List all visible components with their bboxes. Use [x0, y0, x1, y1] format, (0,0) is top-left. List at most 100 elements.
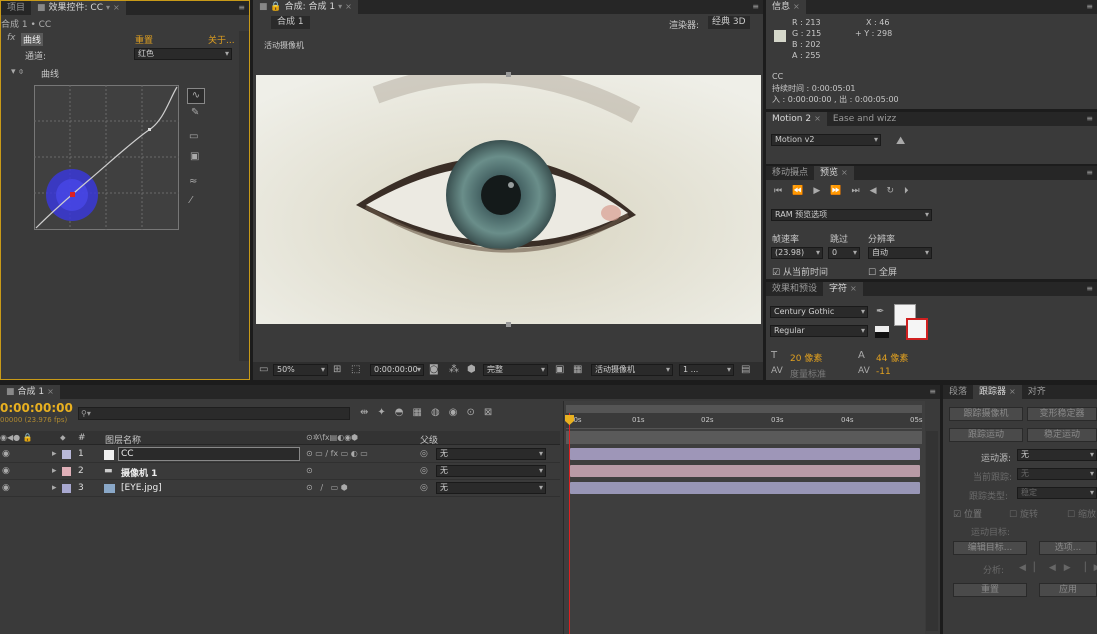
reset-link[interactable]: 重置 — [135, 33, 153, 46]
label-color-swatch[interactable] — [62, 467, 71, 476]
channel-icon[interactable]: ⁂ — [449, 364, 459, 375]
curves-graph[interactable] — [34, 85, 180, 231]
tab-character[interactable]: 字符 × — [823, 282, 863, 296]
fullscreen-checkbox[interactable]: ☐ 全屏 — [868, 265, 897, 278]
panel-menu-icon[interactable]: ≡ — [1086, 168, 1093, 177]
mountain-icon[interactable]: ⛰ — [896, 134, 905, 148]
layer-name[interactable]: 摄像机 1 — [121, 466, 157, 479]
motion-preset-dropdown[interactable]: Motion v2 — [771, 134, 881, 146]
tab-info[interactable]: 信息 × — [766, 0, 806, 14]
tab-paragraph[interactable]: 段落 — [943, 385, 973, 399]
open-folder-icon[interactable]: ▭ — [189, 131, 198, 142]
grid-icon[interactable]: ⊞ — [333, 364, 341, 375]
tracker-reset-button[interactable]: 重置 — [953, 583, 1027, 597]
effect-name[interactable]: 曲线 — [21, 33, 44, 46]
analyze-forward-icon[interactable]: ▶ — [1064, 563, 1079, 573]
play-icon[interactable]: ▶ — [813, 186, 830, 196]
tab-project[interactable]: 项目 — [1, 1, 31, 15]
panel-menu-icon[interactable]: ≡ — [238, 3, 245, 12]
timeline-search-input[interactable]: ⚲▾ — [78, 407, 350, 420]
save-icon[interactable]: ▣ — [190, 151, 199, 162]
composition-canvas[interactable] — [256, 75, 761, 324]
transparency-icon[interactable]: ▦ — [573, 364, 582, 375]
tab-align[interactable]: 对齐 — [1022, 385, 1052, 399]
layer-row[interactable]: ◉ ▸ 1 CC ⊙ ▭ ∕ fx ▭ ◐ ▭ ◎ 无 — [0, 447, 560, 463]
pencil-icon[interactable]: ✎ — [191, 107, 199, 118]
tab-motion2[interactable]: Motion 2 × — [766, 112, 827, 126]
eyedropper-icon[interactable]: ✒ — [876, 306, 884, 317]
draft-3d-icon[interactable]: ✦ — [377, 407, 394, 418]
panel-menu-icon[interactable]: ≡ — [1086, 284, 1093, 293]
edit-target-button[interactable]: 编辑目标... — [953, 541, 1027, 555]
tracker-apply-button[interactable]: 应用 — [1039, 583, 1097, 597]
analyze-backward-icon[interactable]: ◀ — [1049, 563, 1064, 573]
scale-checkbox[interactable]: ☐ 缩放 — [1067, 507, 1096, 520]
tab-tracker[interactable]: 跟踪器 × — [973, 385, 1022, 399]
camera-icon[interactable]: ◙ — [429, 364, 439, 375]
curves-toggle-icon[interactable]: ▾ ⌽ — [11, 67, 24, 77]
expand-arrow-icon[interactable]: ▸ — [52, 449, 57, 459]
stabilize-motion-button[interactable]: 稳定运动 — [1027, 428, 1097, 442]
layer-row[interactable]: ◉ ▸ 2 ▬ 摄像机 1 ⊙ ◎ 无 — [0, 464, 560, 480]
layer-name-field[interactable]: CC — [118, 447, 300, 461]
analyze-forward-frame-icon[interactable]: ▕▶ — [1079, 563, 1097, 573]
layer-bar[interactable] — [570, 465, 920, 477]
view-dropdown[interactable]: 活动摄像机 — [591, 364, 673, 376]
channel-dropdown[interactable]: 红色 — [134, 48, 232, 60]
mask-icon[interactable]: ⬚ — [351, 364, 360, 375]
layer-row[interactable]: ◉ ▸ 3 [EYE.jpg] ⊙ ∕ ▭ ⬢ ◎ 无 — [0, 481, 560, 497]
comp-subtab[interactable]: 合成 1 — [271, 16, 310, 29]
motion-blur-icon[interactable]: ◍ — [431, 407, 449, 418]
layer-bar[interactable] — [570, 448, 920, 460]
fx-label[interactable]: fx — [7, 33, 16, 43]
prev-frame-icon[interactable]: ⏪ — [792, 186, 813, 196]
shy-icon[interactable]: ◓ — [395, 407, 413, 418]
loop-icon[interactable]: ↻ — [887, 186, 905, 196]
panel-menu-icon[interactable]: ≡ — [752, 2, 759, 11]
about-link[interactable]: 关于... — [208, 33, 235, 46]
chart-icon[interactable]: ⊠ — [484, 407, 501, 418]
parent-pickwhip-icon[interactable]: ◎ — [420, 466, 428, 476]
tab-effect-controls[interactable]: ■ 效果控件: CC ▾ × — [31, 1, 126, 15]
from-current-checkbox[interactable]: ☑ 从当前时间 — [772, 265, 828, 278]
smooth-icon[interactable]: ≈ — [189, 176, 197, 187]
views-count-dropdown[interactable]: 1 ... — [679, 364, 734, 376]
timeline-timecode[interactable]: 0:00:00:00 — [0, 401, 73, 415]
track-type-dropdown[interactable]: 稳定 — [1017, 487, 1097, 499]
panel-menu-icon[interactable]: ≡ — [1086, 114, 1093, 123]
canvas-handle-bottom[interactable] — [506, 322, 511, 327]
tab-timeline-comp[interactable]: ■ 合成 1 × — [0, 385, 60, 399]
comp-flowchart-icon[interactable]: ⇹ — [360, 407, 377, 418]
scrollbar[interactable] — [239, 31, 249, 361]
visibility-icon[interactable]: ◉ — [2, 449, 10, 459]
current-track-dropdown[interactable]: 无 — [1017, 468, 1097, 480]
layer-switches[interactable]: ⊙ — [306, 466, 313, 475]
parent-pickwhip-icon[interactable]: ◎ — [420, 483, 428, 493]
tracking-value[interactable]: -11 — [876, 367, 891, 377]
position-checkbox[interactable]: ☑ 位置 — [953, 507, 982, 520]
tab-composition[interactable]: ■ 🔒 合成: 合成 1 ▾ × — [253, 0, 358, 14]
visibility-icon[interactable]: ◉ — [2, 483, 10, 493]
track-camera-button[interactable]: 跟踪摄像机 — [949, 407, 1023, 421]
resolution-dropdown[interactable]: 自动 — [868, 247, 932, 259]
visibility-icon[interactable]: ◉ — [2, 466, 10, 476]
black-white-swatch[interactable] — [875, 326, 889, 338]
frame-blend-icon[interactable]: ▦ — [413, 407, 431, 418]
quality-dropdown[interactable]: 完整 — [483, 364, 548, 376]
layer-switches[interactable]: ⊙ ▭ ∕ fx ▭ ◐ ▭ — [306, 449, 368, 458]
brainstorm-icon[interactable]: ⊙ — [466, 407, 483, 418]
tab-ease-and-wizz[interactable]: Ease and wizz — [827, 112, 902, 126]
ram-preview-dropdown[interactable]: RAM 预览选项 — [771, 209, 932, 221]
analyze-back-frame-icon[interactable]: ◀▏ — [1019, 563, 1049, 573]
graph-editor-icon[interactable]: ◉ — [449, 407, 467, 418]
expand-arrow-icon[interactable]: ▸ — [52, 483, 57, 493]
next-frame-icon[interactable]: ⏩ — [830, 186, 851, 196]
font-size-value[interactable]: 20 像素 — [790, 351, 822, 364]
playhead[interactable] — [569, 413, 570, 634]
tab-move-anchor[interactable]: 移动摄点 — [766, 166, 814, 180]
last-frame-icon[interactable]: ⏭ — [851, 186, 869, 196]
label-color-swatch[interactable] — [62, 484, 71, 493]
motion-source-dropdown[interactable]: 无 — [1017, 449, 1097, 461]
rotation-checkbox[interactable]: ☐ 旋转 — [1009, 507, 1038, 520]
skip-dropdown[interactable]: 0 — [828, 247, 860, 259]
